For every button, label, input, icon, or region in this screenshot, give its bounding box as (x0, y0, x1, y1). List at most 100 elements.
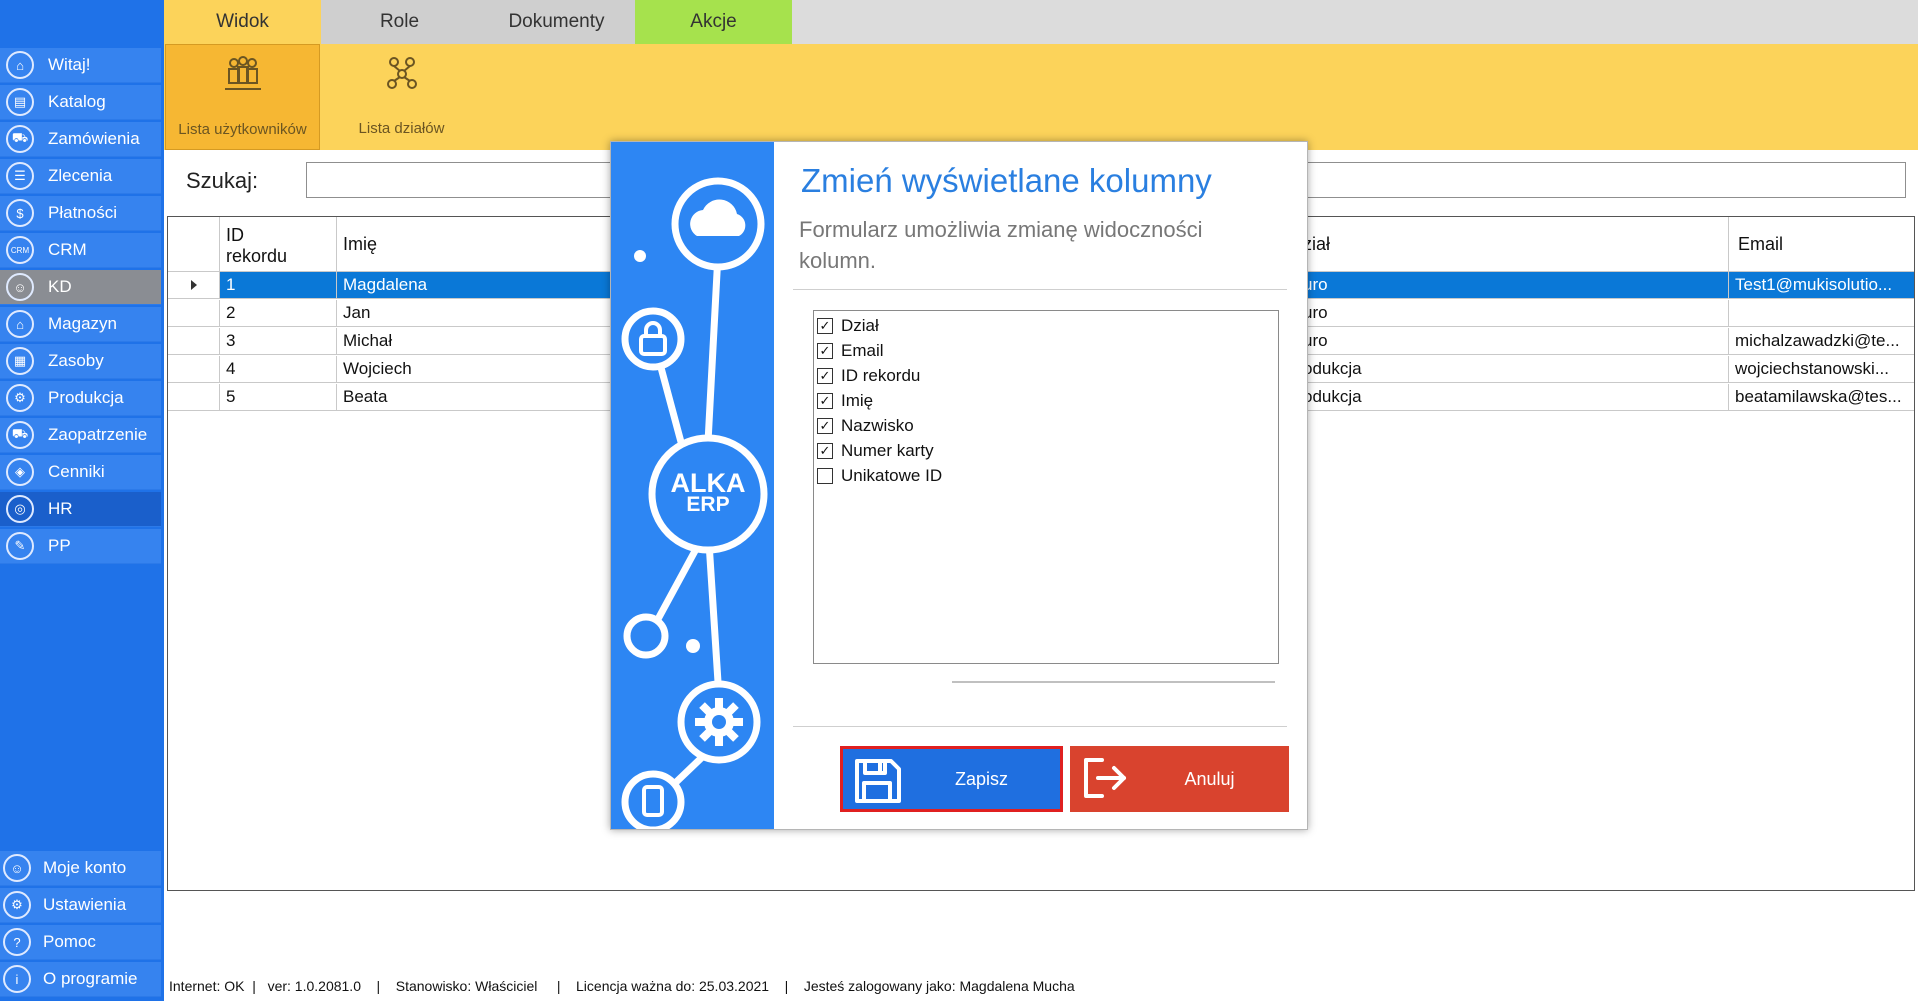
sidebar-item-produkcja[interactable]: ⚙ Produkcja (0, 381, 161, 416)
tab-akcje[interactable]: Akcje (635, 0, 792, 44)
home-icon: ⌂ (6, 51, 34, 79)
sidebar-item-label: Zaopatrzenie (48, 425, 148, 444)
sidebar-item-label: Katalog (48, 92, 106, 111)
tab-widok[interactable]: Widok (164, 0, 321, 44)
sidebar-item-moje-konto[interactable]: ☺ Moje konto (0, 851, 161, 886)
divider (793, 289, 1287, 290)
brand-line-2: ERP (686, 493, 730, 516)
sidebar-item-ustawienia[interactable]: ⚙ Ustawienia (0, 888, 161, 923)
column-option-email[interactable]: ✓ Email (817, 340, 884, 362)
save-button-label: Zapisz (954, 768, 1008, 789)
brand-line-1: ALKA (670, 468, 746, 498)
column-option-label: Imię (841, 391, 874, 410)
sidebar-item-label: Pomoc (43, 932, 96, 951)
checkbox[interactable] (817, 468, 833, 484)
cell-id: 1 (220, 272, 337, 298)
column-option-label: Dział (841, 316, 879, 335)
departments-list-label: Lista działów (358, 120, 445, 137)
sidebar-item-katalog[interactable]: ▤ Katalog (0, 85, 161, 120)
divider (793, 726, 1287, 727)
column-option-label: ID rekordu (841, 366, 921, 385)
cell-email: michalzawadzki@te... (1729, 328, 1914, 354)
column-option-numer-karty[interactable]: ✓ Numer karty (817, 440, 934, 462)
sidebar-item-label: Cenniki (48, 462, 105, 481)
tab-role[interactable]: Role (321, 0, 478, 44)
checkbox[interactable]: ✓ (817, 393, 833, 409)
sidebar-item-hr[interactable]: ◎ HR (0, 492, 161, 527)
sidebar-item-zasoby[interactable]: ▦ Zasoby (0, 344, 161, 379)
tag-icon: ◈ (6, 458, 34, 486)
cell-email (1729, 300, 1914, 326)
column-option-unikatowe-id[interactable]: Unikatowe ID (817, 465, 942, 487)
column-header-department[interactable]: ział (1301, 217, 1729, 271)
sidebar-item-label: Ustawienia (43, 895, 127, 914)
save-button[interactable]: Zapisz (840, 746, 1063, 812)
checkbox[interactable]: ✓ (817, 443, 833, 459)
change-columns-dialog: ALKA ERP Zmień wyświetlane kolumny Formu… (610, 141, 1308, 830)
dollar-icon: $ (6, 199, 34, 227)
column-option-dzial[interactable]: ✓ Dział (817, 315, 879, 337)
row-header (168, 300, 220, 326)
column-header-id[interactable]: ID rekordu (220, 217, 337, 271)
search-label: Szukaj: (186, 168, 259, 193)
checkbox[interactable]: ✓ (817, 318, 833, 334)
sidebar-item-witaj[interactable]: ⌂ Witaj! (0, 48, 161, 83)
status-internet: Internet: OK (169, 978, 245, 994)
cell-id: 4 (220, 356, 337, 382)
columns-checklist: ✓ Dział ✓ Email ✓ ID rekordu ✓ Imię ✓ Na… (813, 310, 1279, 664)
cell-id: 2 (220, 300, 337, 326)
row-header (168, 328, 220, 354)
sidebar-item-label: HR (48, 499, 73, 518)
users-list-label: Lista użytkowników (178, 121, 307, 138)
cell-email: beatamilawska@tes... (1729, 384, 1914, 410)
sidebar-item-crm[interactable]: CRM CRM (0, 233, 161, 268)
hr-icon: ◎ (6, 495, 34, 523)
sidebar-item-cenniki[interactable]: ◈ Cenniki (0, 455, 161, 490)
sidebar-item-label: Zamówienia (48, 129, 140, 148)
dialog-title: Zmień wyświetlane kolumny (801, 162, 1212, 199)
column-option-label: Email (841, 341, 884, 360)
column-option-label: Numer karty (841, 441, 934, 460)
account-icon: ☺ (3, 854, 31, 882)
warehouse-icon: ⌂ (6, 310, 34, 338)
sidebar-item-label: Moje konto (43, 858, 127, 877)
checkbox[interactable]: ✓ (817, 343, 833, 359)
sidebar-item-label: O programie (43, 969, 138, 988)
sidebar-item-pomoc[interactable]: ? Pomoc (0, 925, 161, 960)
sidebar-item-pp[interactable]: ✎ PP (0, 529, 161, 564)
checkbox[interactable]: ✓ (817, 418, 833, 434)
column-header-email[interactable]: Email (1729, 217, 1914, 271)
sidebar-item-kd[interactable]: ☺ KD (0, 270, 161, 305)
sidebar-item-platnosci[interactable]: $ Płatności (0, 196, 161, 231)
cart-icon: ⛟ (6, 125, 34, 153)
brand-logo-text: ALKA ERP (652, 468, 764, 516)
sidebar-item-label: Magazyn (48, 314, 117, 333)
column-option-nazwisko[interactable]: ✓ Nazwisko (817, 415, 914, 437)
sidebar-item-zamowienia[interactable]: ⛟ Zamówienia (0, 122, 161, 157)
tab-dokumenty[interactable]: Dokumenty (478, 0, 635, 44)
sidebar-item-label: CRM (48, 240, 87, 259)
truck-icon: ⛟ (6, 421, 34, 449)
horizontal-scrollbar[interactable] (952, 681, 1275, 683)
row-pointer-icon (190, 280, 197, 290)
sidebar-item-label: Zlecenia (48, 166, 113, 185)
status-bar: Internet: OK | ver: 1.0.2081.0 | Stanowi… (169, 978, 1075, 994)
checkbox[interactable]: ✓ (817, 368, 833, 384)
users-list-button[interactable]: Lista użytkowników (165, 44, 320, 150)
column-option-id-rekordu[interactable]: ✓ ID rekordu (817, 365, 920, 387)
production-icon: ⚙ (6, 384, 34, 412)
sidebar-item-o-programie[interactable]: i O programie (0, 962, 161, 997)
cell-department: odukcja (1301, 384, 1729, 410)
cell-email: wojciechstanowski... (1729, 356, 1914, 382)
cancel-button[interactable]: Anuluj (1070, 746, 1289, 812)
dialog-brand-panel: ALKA ERP (611, 142, 774, 829)
info-icon: i (3, 965, 31, 993)
users-group-icon (224, 56, 261, 90)
column-option-imie[interactable]: ✓ Imię (817, 390, 873, 412)
sidebar-item-zaopatrzenie[interactable]: ⛟ Zaopatrzenie (0, 418, 161, 453)
sidebar-item-magazyn[interactable]: ⌂ Magazyn (0, 307, 161, 342)
column-option-label: Unikatowe ID (841, 466, 943, 485)
sidebar-item-zlecenia[interactable]: ☰ Zlecenia (0, 159, 161, 194)
departments-list-button[interactable]: Lista działów (324, 44, 479, 150)
settings-icon: ⚙ (3, 891, 31, 919)
